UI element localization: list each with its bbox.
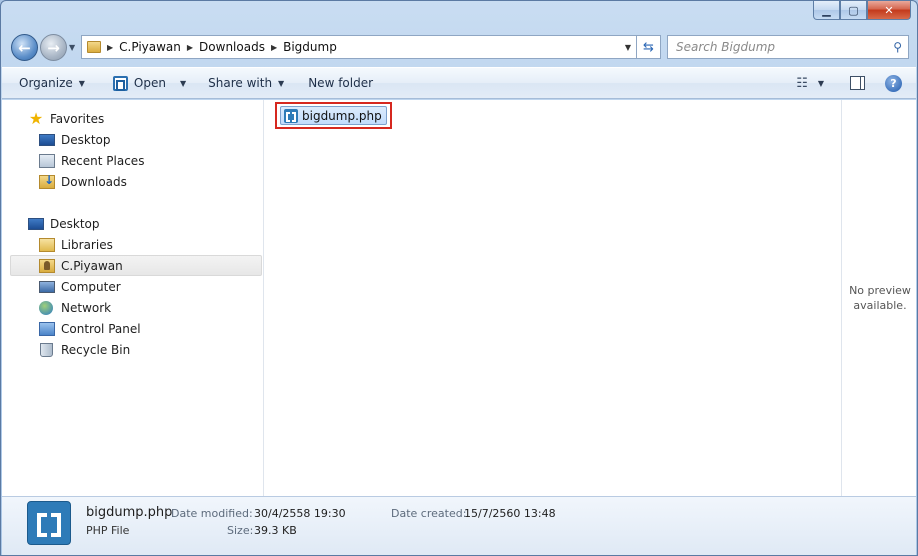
highlight-box: bigdump.php [275,102,392,129]
arrow-right-icon: → [47,38,60,57]
command-bar: Organize ▼ Open ▼ Share with ▼ New folde… [2,67,916,99]
breadcrumb-chevron-icon[interactable]: ▶ [107,43,113,52]
address-row: ← → ▼ ▶ C.Piyawan ▶ Downloads ▶ Bigdump … [9,31,909,63]
sidebar-item-favorites[interactable]: ★ Favorites [28,108,104,129]
share-with-button[interactable]: Share with ▼ [200,71,292,95]
chevron-down-icon: ▼ [78,78,85,88]
sidebar-item-downloads[interactable]: Downloads [39,171,127,192]
sidebar-item-label: Computer [61,279,121,294]
breadcrumb-item[interactable]: Downloads [199,40,265,54]
toolbar-right: ☷ ▼ ? [796,74,916,92]
details-file-type: PHP File [86,524,130,537]
back-button[interactable]: ← [11,34,38,61]
downloads-folder-icon [39,173,55,189]
refresh-button[interactable]: ⇆ [637,35,661,59]
user-folder-icon [39,258,55,273]
sidebar-item-recent-places[interactable]: Recent Places [39,150,144,171]
explorer-window: ▁ ▢ ✕ ← → ▼ ▶ C.Piyawan ▶ Downloads ▶ Bi… [0,0,918,556]
file-name: bigdump.php [302,108,382,123]
sidebar-item-recycle-bin[interactable]: Recycle Bin [39,339,130,360]
desktop-icon [39,133,55,146]
address-dropdown-icon[interactable]: ▼ [620,43,636,52]
chevron-down-icon: ▼ [278,78,285,88]
search-icon[interactable]: ⚲ [893,40,902,54]
address-bar[interactable]: ▶ C.Piyawan ▶ Downloads ▶ Bigdump ▼ [81,35,637,59]
sidebar-item-libraries[interactable]: Libraries [39,234,113,255]
help-icon[interactable]: ? [885,74,902,92]
breadcrumb-chevron-icon[interactable]: ▶ [271,43,277,52]
preview-message: No preview available. [845,283,915,313]
preview-pane: No preview available. [841,100,917,496]
chevron-down-icon: ▼ [179,78,187,88]
folder-icon [87,41,101,53]
sidebar-item-label: Desktop [50,216,100,231]
sidebar-item-label: Control Panel [61,321,141,336]
organize-label: Organize [19,76,73,90]
sidebar-item-label: Recent Places [61,153,145,168]
main-area: ★ Favorites Desktop Recent Places Downlo… [2,100,916,496]
sidebar-item-label: Recycle Bin [61,342,131,357]
sidebar-item-user[interactable]: C.Piyawan [10,255,262,276]
desktop-icon [28,217,44,230]
file-list: bigdump.php [265,100,841,496]
breadcrumb-item[interactable]: C.Piyawan [119,40,181,54]
breadcrumb-chevron-icon[interactable]: ▶ [187,43,193,52]
sidebar-item-label: Network [61,300,112,315]
date-modified-label: Date modified: [171,507,253,520]
preview-message-line: No preview [849,284,911,297]
date-created-value: 15/7/2560 13:48 [464,507,556,520]
libraries-icon [39,237,55,252]
share-with-label: Share with [208,76,273,90]
preview-message-line: available. [853,299,907,312]
recent-pages-dropdown[interactable]: ▼ [69,43,75,52]
size-label: Size: [227,524,254,537]
brackets-file-icon [284,108,298,123]
caption-buttons: ▁ ▢ ✕ [813,1,911,21]
file-item[interactable]: bigdump.php [280,106,387,125]
chevron-down-icon[interactable]: ▼ [818,79,824,88]
change-view-icon[interactable]: ☷ [796,76,808,91]
sidebar-item-desktop[interactable]: Desktop [28,213,100,234]
breadcrumb-item[interactable]: Bigdump [283,40,337,54]
computer-icon [39,280,55,293]
date-modified-value: 30/4/2558 19:30 [254,507,346,520]
refresh-icon: ⇆ [643,39,654,55]
details-pane: bigdump.php PHP File Date modified: 30/4… [2,496,916,555]
network-icon [39,300,53,315]
details-file-name: bigdump.php [86,505,173,520]
navigation-pane: ★ Favorites Desktop Recent Places Downlo… [2,100,264,496]
recycle-bin-icon [40,342,53,357]
control-panel-icon [39,321,55,336]
sidebar-item-desktop-favorite[interactable]: Desktop [39,129,111,150]
search-input[interactable] [676,40,876,54]
organize-button[interactable]: Organize ▼ [11,71,93,95]
preview-pane-icon[interactable] [850,76,865,90]
open-button[interactable]: Open ▼ [105,71,194,95]
sidebar-item-label: Libraries [61,237,113,252]
star-icon: ★ [28,108,44,128]
sidebar-item-computer[interactable]: Computer [39,276,121,297]
arrow-left-icon: ← [18,38,31,57]
sidebar-item-label: Favorites [50,111,105,126]
recent-places-icon [39,153,55,168]
brackets-file-large-icon [27,501,71,545]
brackets-app-icon [112,75,128,91]
sidebar-item-label: Desktop [61,132,111,147]
sidebar-item-label: C.Piyawan [61,258,123,273]
sidebar-item-label: Downloads [61,174,127,189]
sidebar-item-control-panel[interactable]: Control Panel [39,318,141,339]
maximize-button[interactable]: ▢ [840,1,867,20]
size-value: 39.3 KB [254,524,297,537]
sidebar-item-network[interactable]: Network [39,297,111,318]
close-button[interactable]: ✕ [867,1,911,20]
open-label: Open [133,76,166,90]
search-box: ⚲ [667,35,909,59]
date-created-label: Date created: [391,507,467,520]
forward-button[interactable]: → [40,34,67,61]
new-folder-label: New folder [308,76,374,90]
new-folder-button[interactable]: New folder [300,71,381,95]
minimize-button[interactable]: ▁ [813,1,840,20]
